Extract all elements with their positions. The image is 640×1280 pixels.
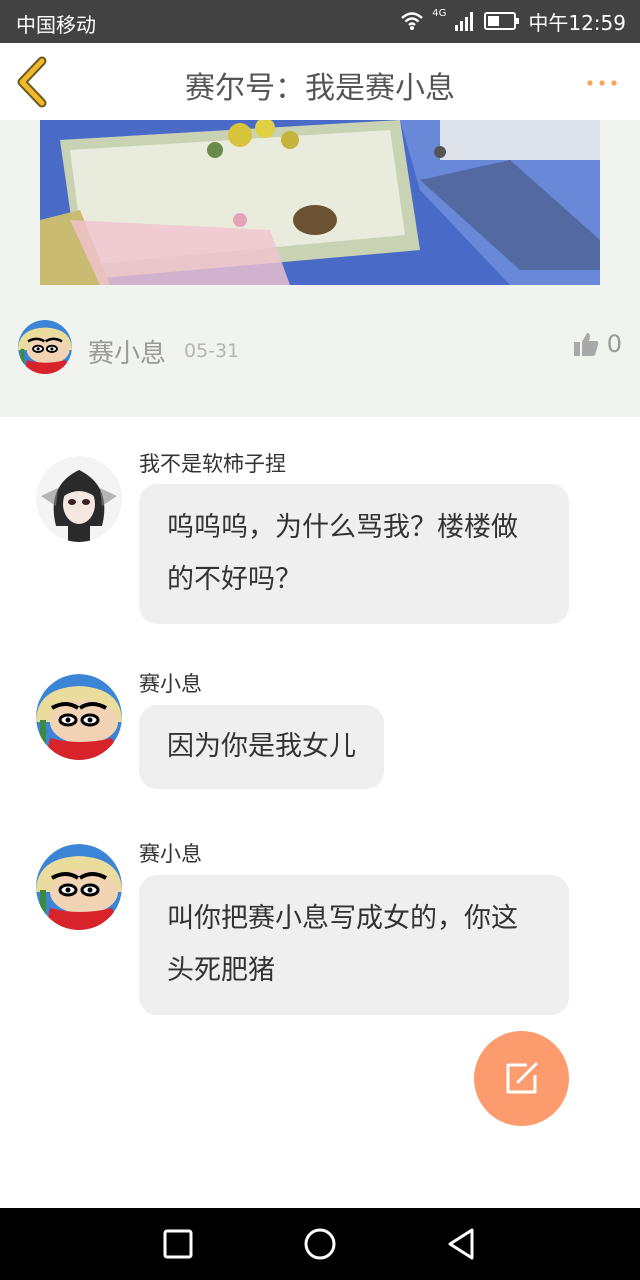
commenter-avatar[interactable] (36, 456, 122, 542)
commenter-name[interactable]: 我不是软柿子捏 (139, 448, 286, 478)
comment-bubble: 因为你是我女儿 (139, 705, 384, 789)
post-author-row: 赛小息 05-31 0 (18, 320, 622, 376)
comment-bubble: 呜呜呜，为什么骂我？楼楼做的不好吗？ (139, 484, 569, 624)
wifi-icon (401, 12, 424, 30)
status-icons: 4G 中午12:59 (400, 7, 626, 35)
back-icon[interactable] (444, 1226, 480, 1262)
battery-icon (484, 12, 520, 30)
home-icon[interactable] (302, 1226, 338, 1262)
like-button[interactable]: 0 (573, 330, 622, 358)
system-navigation-bar (0, 1208, 640, 1280)
status-bar: 中国移动 4G 中午12:59 (0, 0, 640, 43)
recent-apps-icon[interactable] (160, 1226, 196, 1262)
post-author-name[interactable]: 赛小息 (88, 333, 166, 370)
commenter-avatar[interactable] (36, 674, 122, 760)
compose-button[interactable] (474, 1031, 569, 1126)
header-bar: 赛尔号：我是赛小息 (0, 43, 640, 121)
edit-icon (506, 1062, 538, 1094)
signal-icon (455, 12, 474, 31)
like-count: 0 (606, 330, 622, 358)
post-section: 赛小息 05-31 0 (0, 120, 640, 417)
commenter-avatar[interactable] (36, 844, 122, 930)
clock: 中午12:59 (528, 10, 626, 35)
page-title: 赛尔号：我是赛小息 (185, 71, 455, 106)
post-date: 05-31 (184, 340, 240, 362)
carrier-label: 中国移动 (16, 13, 96, 37)
author-avatar[interactable] (18, 320, 72, 374)
network-type: 4G (432, 7, 447, 19)
comment-bubble: 叫你把赛小息写成女的，你这头死肥猪 (139, 875, 569, 1015)
commenter-name[interactable]: 赛小息 (139, 838, 202, 868)
commenter-name[interactable]: 赛小息 (139, 668, 202, 698)
post-image[interactable] (40, 120, 600, 285)
thumbs-up-icon (573, 333, 599, 356)
more-options-icon[interactable] (582, 63, 622, 103)
